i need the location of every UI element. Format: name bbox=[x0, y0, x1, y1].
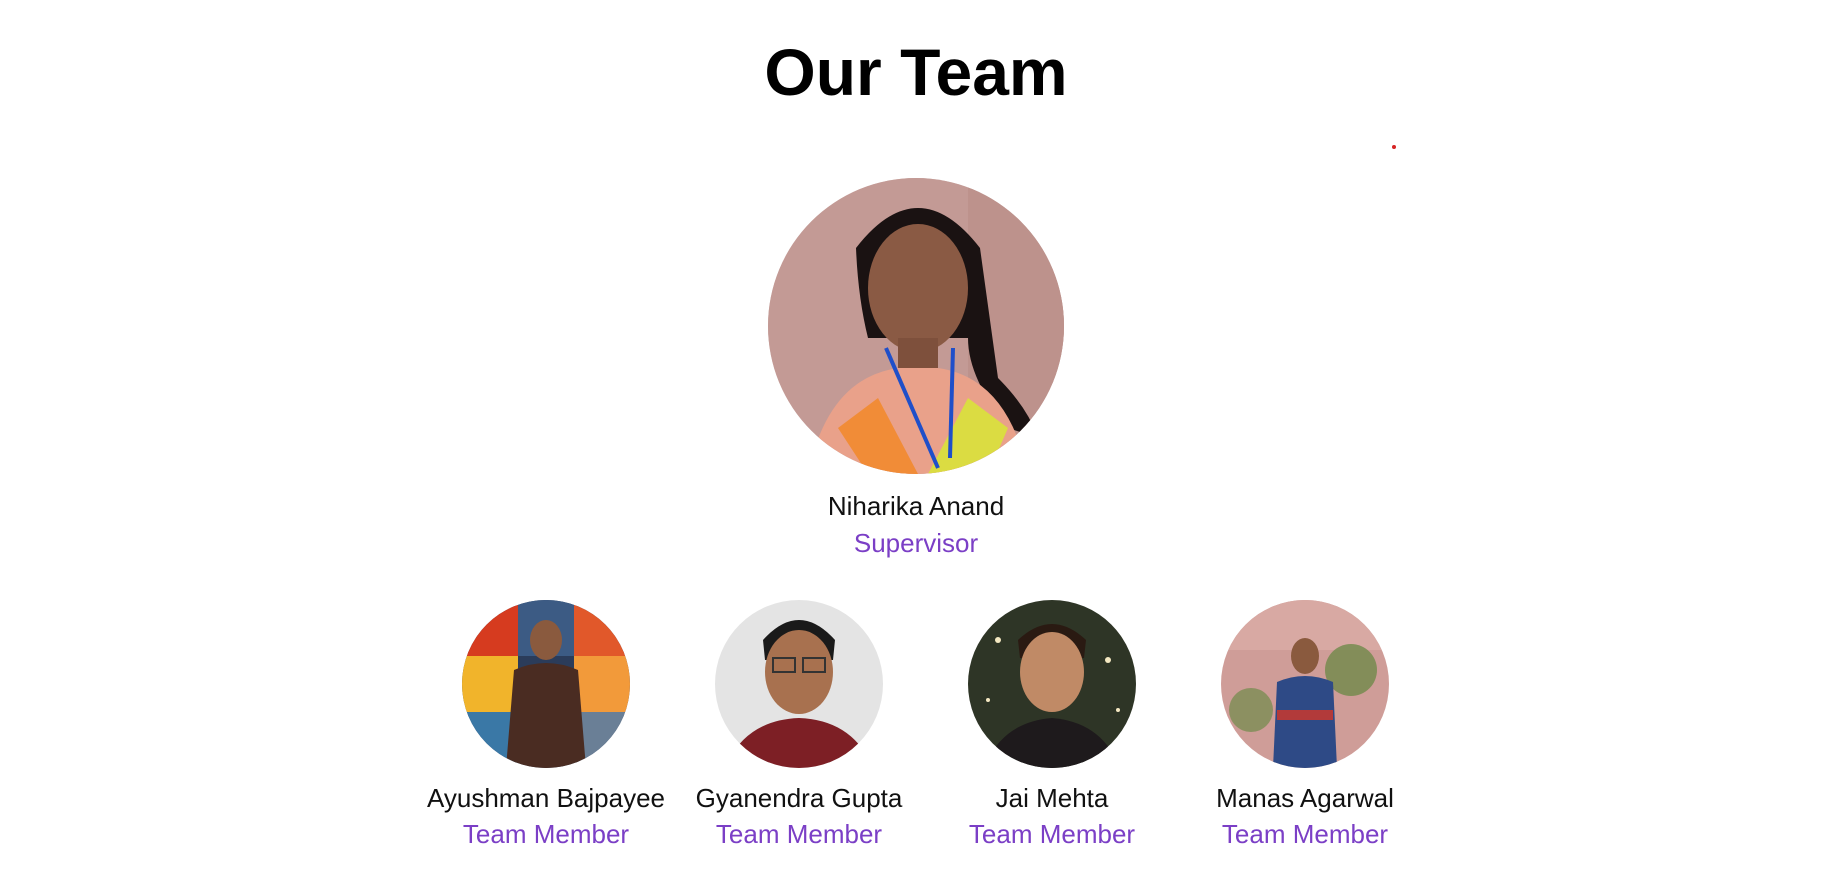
person-photo-icon bbox=[715, 600, 883, 768]
member-role: Team Member bbox=[715, 819, 883, 849]
supervisor-role: Supervisor bbox=[853, 528, 979, 558]
supervisor-card: Niharika Anand Supervisor bbox=[766, 178, 1066, 559]
team-member-card: Manas Agarwal Team Member bbox=[1185, 600, 1425, 850]
member-role: Team Member bbox=[1221, 819, 1389, 849]
member-photo bbox=[462, 600, 630, 768]
supervisor-photo bbox=[768, 178, 1064, 474]
team-member-card: Gyanendra Gupta Team Member bbox=[679, 600, 919, 850]
member-name: Gyanendra Gupta bbox=[695, 783, 903, 813]
supervisor-name: Niharika Anand bbox=[827, 491, 1005, 521]
person-photo-icon bbox=[968, 600, 1136, 768]
page-title: Our Team bbox=[764, 35, 1068, 109]
team-member-card: Ayushman Bajpayee Team Member bbox=[426, 600, 666, 850]
team-page: Our Team Niharika Anand Supervisor Ayush… bbox=[0, 0, 1832, 872]
member-photo bbox=[968, 600, 1136, 768]
member-role: Team Member bbox=[462, 819, 630, 849]
member-name: Manas Agarwal bbox=[1216, 783, 1394, 813]
member-role: Team Member bbox=[968, 819, 1136, 849]
decorative-dot bbox=[1392, 145, 1396, 149]
member-name: Jai Mehta bbox=[995, 783, 1109, 813]
member-name: Ayushman Bajpayee bbox=[426, 783, 665, 813]
team-member-card: Jai Mehta Team Member bbox=[932, 600, 1172, 850]
person-photo-icon bbox=[1221, 600, 1389, 768]
person-photo-icon bbox=[462, 600, 630, 768]
member-photo bbox=[1221, 600, 1389, 768]
person-photo-icon bbox=[768, 178, 1064, 474]
member-photo bbox=[715, 600, 883, 768]
